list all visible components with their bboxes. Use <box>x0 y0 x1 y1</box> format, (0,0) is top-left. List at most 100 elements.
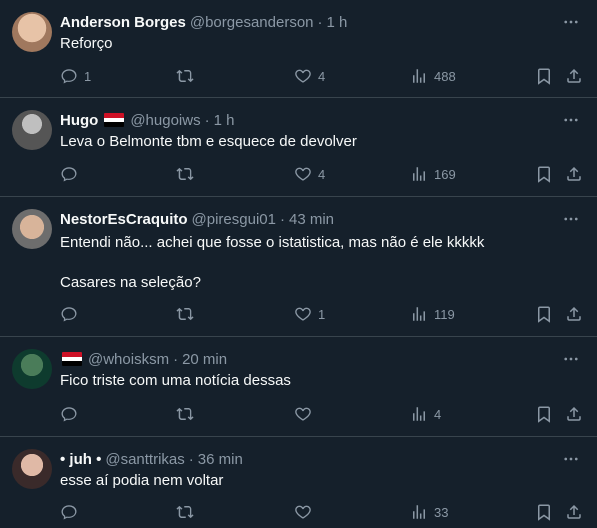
tweet-header: NestorEsCraquito @piresgui01 · 43 min <box>60 209 557 229</box>
share-icon <box>567 68 581 83</box>
heart-icon <box>295 407 311 421</box>
views-button[interactable]: 119 <box>410 305 455 323</box>
reply-button[interactable] <box>60 305 84 323</box>
separator: · <box>279 210 285 228</box>
separator: · <box>204 111 210 129</box>
view-count: 33 <box>434 504 449 520</box>
share-button[interactable] <box>565 503 583 521</box>
display-name[interactable]: Hugo <box>60 112 98 129</box>
tweet-5[interactable]: • juh • @santtrikas · 36 min esse aí pod… <box>0 437 597 528</box>
like-button[interactable]: 4 <box>294 165 325 183</box>
like-button[interactable] <box>294 503 318 521</box>
retweet-icon <box>176 505 194 519</box>
bookmark-button[interactable] <box>535 305 553 323</box>
share-icon <box>567 406 581 421</box>
more-options-icon[interactable] <box>559 110 583 130</box>
egypt-flag-icon <box>104 113 125 127</box>
user-handle[interactable]: @hugoiws <box>130 112 200 129</box>
tweet-4[interactable]: @whoisksm · 20 min Fico triste com uma n… <box>0 337 597 437</box>
retweet-button[interactable] <box>176 305 200 323</box>
like-count: 1 <box>318 306 326 322</box>
user-handle[interactable]: @whoisksm <box>88 351 169 368</box>
views-icon <box>413 307 425 321</box>
more-options-icon[interactable] <box>559 349 583 369</box>
share-button[interactable] <box>565 67 583 85</box>
share-button[interactable] <box>565 305 583 323</box>
retweet-button[interactable] <box>176 405 200 423</box>
egypt-flag-icon <box>62 352 82 366</box>
share-button[interactable] <box>565 165 583 183</box>
like-button[interactable]: 4 <box>294 67 325 85</box>
bookmark-button[interactable] <box>535 67 553 85</box>
more-options-icon[interactable] <box>559 209 583 229</box>
views-icon <box>413 505 425 519</box>
like-button[interactable]: 1 <box>294 305 325 323</box>
display-name[interactable]: Anderson Borges <box>60 14 186 31</box>
tweet-text: Entendi não... achei que fosse o istatis… <box>60 234 485 291</box>
bookmark-button[interactable] <box>535 165 553 183</box>
share-icon <box>567 306 581 321</box>
retweet-button[interactable] <box>176 67 200 85</box>
share-button[interactable] <box>565 405 583 423</box>
display-name[interactable]: NestorEsCraquito <box>60 211 188 228</box>
heart-icon <box>295 69 311 83</box>
retweet-button[interactable] <box>176 503 200 521</box>
user-handle[interactable]: @santtrikas <box>105 451 184 468</box>
reply-button[interactable]: 1 <box>60 67 91 85</box>
avatar[interactable] <box>12 349 52 389</box>
like-count: 4 <box>318 68 326 84</box>
more-options-icon[interactable] <box>559 449 583 469</box>
views-icon <box>413 167 425 181</box>
bookmark-icon <box>538 306 550 323</box>
retweet-button[interactable] <box>176 165 200 183</box>
bookmark-icon <box>538 406 550 423</box>
action-bar: 4 <box>60 404 583 424</box>
retweet-icon <box>176 167 194 181</box>
views-button[interactable]: 169 <box>410 165 456 183</box>
display-name[interactable]: • juh • <box>60 451 101 468</box>
reply-count: 1 <box>84 68 92 84</box>
timestamp[interactable]: 43 min <box>289 211 334 228</box>
action-bar: 1 119 <box>60 304 583 324</box>
tweet-text: Leva o Belmonte tbm e esquece de devolve… <box>60 133 357 150</box>
bookmark-button[interactable] <box>535 503 553 521</box>
tweet-2[interactable]: Hugo @hugoiws · 1 h Leva o Belmonte tbm … <box>0 98 597 197</box>
timestamp[interactable]: 20 min <box>182 351 227 368</box>
bookmark-icon <box>538 166 550 183</box>
reply-icon <box>61 167 77 182</box>
reply-button[interactable] <box>60 503 84 521</box>
retweet-icon <box>176 69 194 83</box>
views-button[interactable]: 33 <box>410 503 448 521</box>
views-button[interactable]: 4 <box>410 405 441 423</box>
timestamp[interactable]: 1 h <box>214 112 235 129</box>
share-icon <box>567 504 581 519</box>
reply-button[interactable] <box>60 405 84 423</box>
avatar[interactable] <box>12 209 52 249</box>
bookmark-icon <box>538 68 550 85</box>
like-button[interactable] <box>294 405 318 423</box>
user-handle[interactable]: @borgesanderson <box>190 14 314 31</box>
reply-icon <box>61 505 77 520</box>
tweet-text: Fico triste com uma notícia dessas <box>60 372 291 389</box>
action-bar: 1 4 488 <box>60 66 583 86</box>
bookmark-button[interactable] <box>535 405 553 423</box>
separator: · <box>173 350 179 368</box>
separator: · <box>188 450 194 468</box>
user-handle[interactable]: @piresgui01 <box>192 211 276 228</box>
tweet-header: Hugo @hugoiws · 1 h <box>60 110 557 130</box>
tweet-header: Anderson Borges @borgesanderson · 1 h <box>60 12 557 32</box>
heart-icon <box>295 505 311 519</box>
avatar[interactable] <box>12 110 52 150</box>
tweet-header: @whoisksm · 20 min <box>60 349 557 369</box>
avatar[interactable] <box>12 449 52 489</box>
timestamp[interactable]: 1 h <box>327 14 348 31</box>
tweet-3[interactable]: NestorEsCraquito @piresgui01 · 43 min En… <box>0 197 597 337</box>
share-icon <box>567 166 581 181</box>
timestamp[interactable]: 36 min <box>198 451 243 468</box>
avatar[interactable] <box>12 12 52 52</box>
tweet-1[interactable]: Anderson Borges @borgesanderson · 1 h Re… <box>0 0 597 98</box>
more-options-icon[interactable] <box>559 12 583 32</box>
view-count: 488 <box>434 68 456 84</box>
reply-button[interactable] <box>60 165 84 183</box>
views-button[interactable]: 488 <box>410 67 456 85</box>
